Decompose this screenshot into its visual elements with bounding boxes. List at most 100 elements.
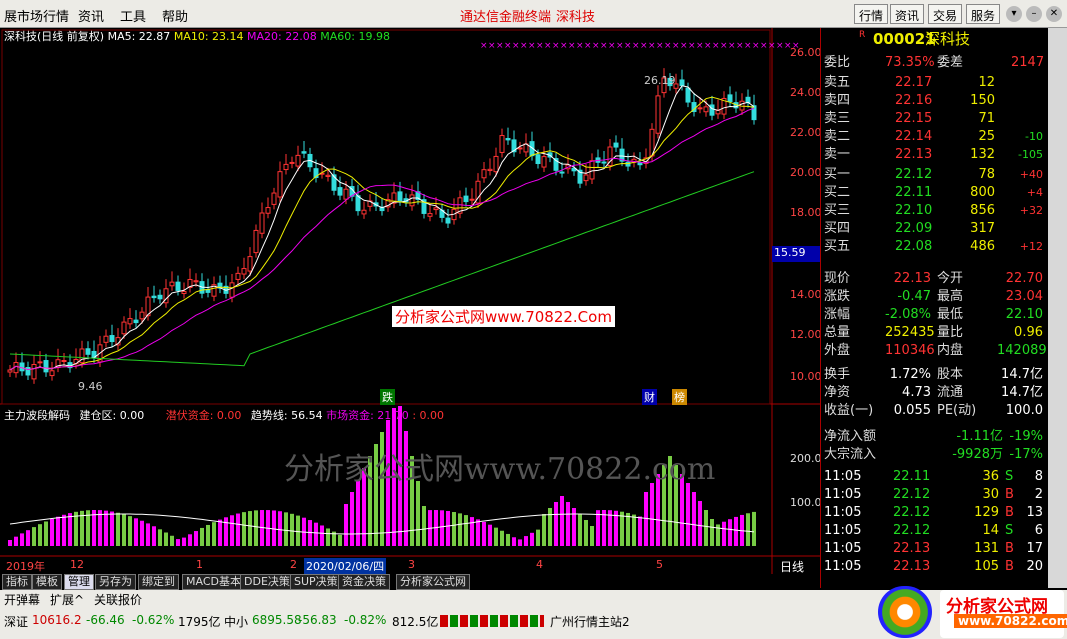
event-marker-rank[interactable]: 榜 xyxy=(672,389,687,405)
tab-dde[interactable]: DDE决策 xyxy=(240,574,294,590)
chart-mark xyxy=(175,281,181,291)
stat-label: 外盘 xyxy=(824,343,851,358)
tick-row[interactable]: 11:05 22.13 105 B 20 xyxy=(821,558,1049,576)
quote-panel: R 000021 深科技 委比 73.35% 委差 2147 卖五 22.17 … xyxy=(820,28,1049,606)
chart-mark xyxy=(85,348,91,355)
close-icon[interactable]: ✕ xyxy=(1046,6,1062,22)
chart-mark xyxy=(752,511,756,546)
tick-row[interactable]: 11:05 22.12 14 S 6 xyxy=(821,522,1049,540)
book-row[interactable]: 买三 22.10 856 +32 xyxy=(821,202,1049,220)
event-marker-finance[interactable]: 财 xyxy=(642,389,657,405)
event-marker-drop[interactable]: 跌 xyxy=(380,389,395,405)
menu-tools[interactable]: 工具 xyxy=(120,6,146,25)
chart-mark xyxy=(44,521,48,546)
indicator-qf: 潜伏资金: 0.00 xyxy=(165,409,242,422)
book-price: 22.15 xyxy=(895,111,933,126)
chart-mark xyxy=(464,515,468,546)
chart-mark xyxy=(295,154,301,167)
chart-mark xyxy=(751,105,757,121)
book-price: 22.10 xyxy=(895,203,933,218)
book-row[interactable]: 买一 22.12 78 +40 xyxy=(821,166,1049,184)
book-volume: 71 xyxy=(978,111,995,126)
tab-manage[interactable]: 管理 xyxy=(64,574,94,590)
tick-side: S xyxy=(1005,523,1014,538)
tick-row[interactable]: 11:05 22.12 30 B 2 xyxy=(821,486,1049,504)
tick-price: 22.13 xyxy=(893,541,931,556)
period-label[interactable]: 日线 xyxy=(780,558,804,575)
book-row[interactable]: 买二 22.11 800 +4 xyxy=(821,184,1049,202)
chart-mark xyxy=(650,483,654,546)
price-axis-label: 24.00 xyxy=(790,86,822,99)
book-price: 22.17 xyxy=(895,75,933,90)
menu-market[interactable]: 展市场行情 xyxy=(4,6,69,25)
tick-row[interactable]: 11:05 22.12 129 B 13 xyxy=(821,504,1049,522)
chart-mark xyxy=(140,520,144,546)
stat-value: -0.47 xyxy=(897,289,931,304)
chart-mark xyxy=(134,518,138,546)
chart-mark: × xyxy=(664,41,672,51)
book-row[interactable]: 卖一 22.13 132 -105 xyxy=(821,146,1049,164)
chart-mark xyxy=(229,282,235,298)
chart-mark xyxy=(218,519,222,546)
tab-fund[interactable]: 资金决策 xyxy=(338,574,390,590)
wb-label: 委比 xyxy=(824,55,851,70)
chart-mark xyxy=(32,527,36,546)
menu-news[interactable]: 资讯 xyxy=(78,6,104,25)
news-button[interactable]: 资讯 xyxy=(890,4,925,24)
tab-saveas[interactable]: 另存为 xyxy=(95,574,136,590)
stat-label: 股本 xyxy=(937,367,964,382)
book-row[interactable]: 卖四 22.16 150 xyxy=(821,92,1049,110)
logo-flower-icon xyxy=(878,586,932,638)
book-row[interactable]: 卖三 22.15 71 xyxy=(821,110,1049,128)
tab-fxj[interactable]: 分析家公式网 xyxy=(396,574,470,590)
menu-help[interactable]: 帮助 xyxy=(162,6,188,25)
related-quote-button[interactable]: 关联报价 xyxy=(94,591,142,608)
book-row[interactable]: 买五 22.08 486 +12 xyxy=(821,238,1049,256)
chart-mark xyxy=(356,480,360,546)
right-toolbar[interactable] xyxy=(1048,28,1067,588)
service-button[interactable]: 服务 xyxy=(966,4,1001,24)
chart-mark xyxy=(589,160,595,180)
chart-mark xyxy=(259,212,265,234)
chart-mark xyxy=(350,492,354,546)
expand-button[interactable]: 扩展^ xyxy=(50,591,84,608)
tab-indicator[interactable]: 指标 xyxy=(2,574,32,590)
minimize-icon[interactable]: – xyxy=(1026,6,1042,22)
trade-button[interactable]: 交易 xyxy=(928,4,963,24)
tab-template[interactable]: 模板 xyxy=(32,574,62,590)
book-price: 22.13 xyxy=(895,147,933,162)
kline-panel[interactable]: × × × × × × × × × × × × × × × × × × × × × × × × × × × × × × × × × × × × × × × ×… xyxy=(0,28,822,575)
book-price: 22.16 xyxy=(895,93,933,108)
book-row[interactable]: 卖五 22.17 12 xyxy=(821,74,1049,92)
book-row[interactable]: 卖二 22.14 25 -10 xyxy=(821,128,1049,146)
tab-macd[interactable]: MACD基本 xyxy=(182,574,245,590)
tab-sup[interactable]: SUP决策 xyxy=(290,574,342,590)
stat-label: 量比 xyxy=(937,325,964,340)
stat-value: 252435 xyxy=(885,325,935,340)
chart-mark xyxy=(7,369,13,373)
chart-mark xyxy=(290,513,294,546)
stat-value: 22.13 xyxy=(893,271,931,286)
chart-mark: × xyxy=(696,41,704,51)
tick-row[interactable]: 11:05 22.11 36 S 8 xyxy=(821,468,1049,486)
danmu-button[interactable]: 开弹幕 xyxy=(4,591,40,608)
stat-value: 22.10 xyxy=(1005,307,1043,322)
dropdown-icon[interactable]: ▾ xyxy=(1006,6,1022,22)
chart-mark: × xyxy=(768,41,776,51)
tab-bind[interactable]: 绑定到 xyxy=(138,574,179,590)
stat-value: 4.73 xyxy=(902,385,931,400)
sz-amount: 1795亿 xyxy=(178,615,221,629)
chart-mark: × xyxy=(624,41,632,51)
chart-mark xyxy=(164,532,168,546)
book-volume: 150 xyxy=(970,93,995,108)
stat-value: 14.7亿 xyxy=(1001,367,1043,382)
chart-mark xyxy=(254,510,258,546)
chart-mark: × xyxy=(560,41,568,51)
book-level: 买一 xyxy=(824,167,851,182)
market-button[interactable]: 行情 xyxy=(854,4,889,24)
chart-mark xyxy=(242,512,246,546)
chart-mark xyxy=(25,367,31,376)
tick-row[interactable]: 11:05 22.13 131 B 17 xyxy=(821,540,1049,558)
tick-side: B xyxy=(1005,505,1014,520)
book-row[interactable]: 买四 22.09 317 xyxy=(821,220,1049,238)
